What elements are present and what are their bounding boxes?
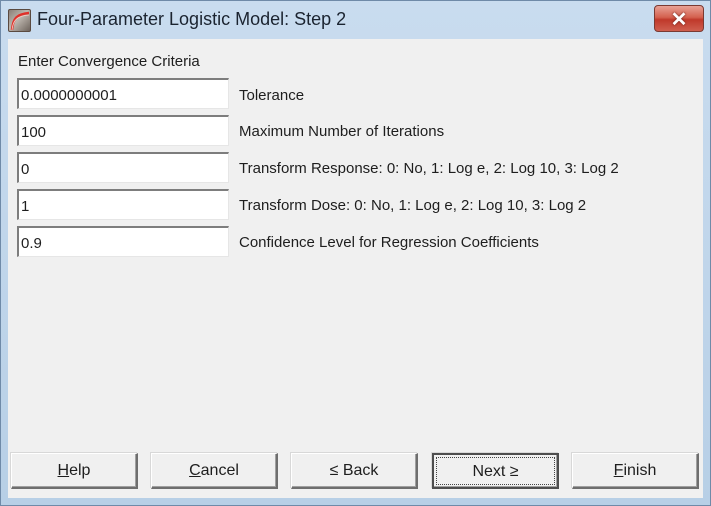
- finish-label: inish: [623, 462, 657, 479]
- back-label: Back: [338, 462, 379, 479]
- close-button[interactable]: ✕: [654, 5, 704, 32]
- tolerance-label: Tolerance: [239, 87, 305, 104]
- transform-dose-label: Transform Dose: 0: No, 1: Log e, 2: Log …: [239, 197, 587, 214]
- title-bar[interactable]: Four-Parameter Logistic Model: Step 2 ✕: [1, 1, 710, 39]
- help-label: elp: [69, 462, 91, 479]
- finish-mnemonic: F: [613, 462, 624, 479]
- focus-rectangle: [436, 457, 555, 485]
- cancel-label: ancel: [200, 462, 239, 479]
- help-mnemonic: H: [57, 462, 70, 479]
- transform-response-label: Transform Response: 0: No, 1: Log e, 2: …: [239, 160, 619, 177]
- max-iterations-input[interactable]: [17, 115, 229, 146]
- dialog-body: Enter Convergence Criteria Tolerance Max…: [8, 39, 703, 498]
- close-icon: ✕: [670, 9, 688, 31]
- transform-response-input[interactable]: [17, 152, 229, 183]
- confidence-level-input[interactable]: [17, 226, 229, 257]
- section-label: Enter Convergence Criteria: [18, 53, 200, 70]
- max-iterations-label: Maximum Number of Iterations: [239, 123, 445, 140]
- dialog-window: Four-Parameter Logistic Model: Step 2 ✕ …: [0, 0, 711, 506]
- finish-button[interactable]: Finish: [572, 453, 699, 489]
- back-button[interactable]: ≤ Back: [291, 453, 418, 489]
- cancel-mnemonic: C: [189, 462, 201, 479]
- tolerance-input[interactable]: [17, 78, 229, 109]
- window-title: Four-Parameter Logistic Model: Step 2: [37, 9, 347, 29]
- confidence-level-label: Confidence Level for Regression Coeffici…: [239, 234, 539, 251]
- transform-dose-input[interactable]: [17, 189, 229, 220]
- cancel-button[interactable]: Cancel: [151, 453, 278, 489]
- next-button[interactable]: Next ≥: [432, 453, 559, 489]
- help-button[interactable]: Help: [11, 453, 138, 489]
- app-logo-icon: [8, 9, 31, 32]
